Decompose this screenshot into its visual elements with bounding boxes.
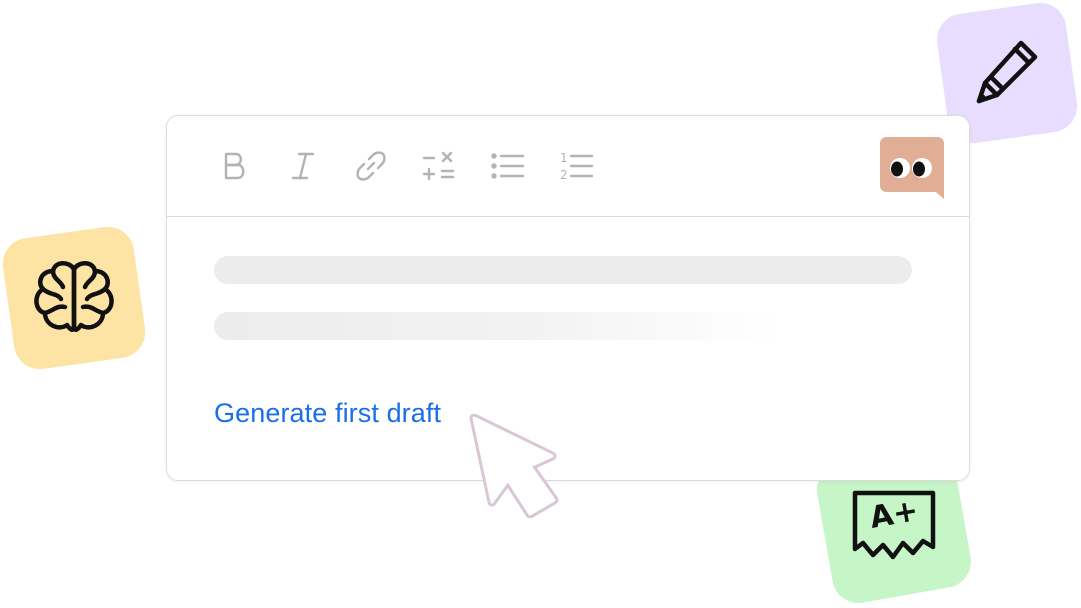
placeholder-line [214,256,912,284]
italic-icon [291,152,315,180]
math-operators-icon [422,151,455,181]
generate-first-draft-link[interactable]: Generate first draft [214,398,441,429]
editor-card: 1 2 Generate first draft [166,115,970,481]
numbered-list-digit-1: 1 [560,151,568,165]
numbered-list-icon: 1 2 [560,151,594,182]
formatting-toolbar: 1 2 [167,116,969,217]
math-button[interactable] [419,146,459,186]
brain-icon [34,261,114,332]
brain-badge [0,223,149,373]
pencil-icon [976,40,1038,104]
bold-icon [224,152,245,180]
bulleted-list-button[interactable] [488,146,528,186]
italic-button[interactable] [283,146,323,186]
placeholder-line [214,312,780,340]
link-icon [356,151,386,181]
illustration-stage: A+ 1 2 Generate first draft [0,0,1081,608]
bulleted-list-icon [491,153,525,179]
link-button[interactable] [351,146,391,186]
numbered-list-button[interactable]: 1 2 [557,146,597,186]
eyes-assistant-icon [880,137,944,199]
assistant-button[interactable] [880,137,944,199]
bold-button[interactable] [215,146,255,186]
numbered-list-digit-2: 2 [560,168,568,182]
